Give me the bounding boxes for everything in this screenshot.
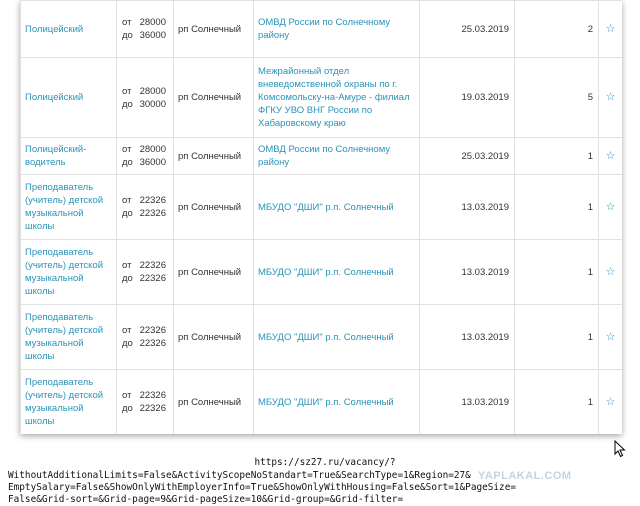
salary-cell: от 22326 до 22326 [116, 304, 174, 370]
salary-from: 28000 [139, 144, 166, 155]
date-cell: 25.03.2019 [419, 137, 515, 175]
star-outline-icon[interactable]: ☆ [598, 239, 622, 305]
salary-from: 22326 [139, 325, 166, 336]
salary-from-label: от [122, 17, 132, 28]
vacancy-count: 1 [514, 137, 599, 175]
salary-to: 22326 [139, 403, 166, 414]
vacancy-title-link[interactable]: Полицейский [20, 57, 117, 138]
table-row: Преподаватель (учитель) детской музыкаль… [20, 174, 622, 240]
location-cell: рп Солнечный [173, 57, 254, 138]
salary-from-label: от [122, 85, 132, 97]
salary-to: 22326 [139, 273, 166, 284]
location-cell: рп Солнечный [173, 0, 254, 58]
salary-to-label: до [122, 98, 133, 110]
table-row: Преподаватель (учитель) детской музыкаль… [20, 304, 622, 370]
salary-cell: от 22326 до 22326 [116, 174, 174, 240]
url-caption: https://sz27.ru/vacancy/? WithoutAdditio… [0, 457, 640, 506]
salary-to-label: до [122, 273, 133, 284]
salary-from: 28000 [139, 17, 166, 28]
vacancy-title-link[interactable]: Преподаватель (учитель) детской музыкаль… [20, 174, 117, 240]
employer-link[interactable]: Межрайонный отдел вневедомственной охран… [253, 57, 420, 138]
salary-from-label: от [122, 390, 132, 401]
salary-from: 28000 [139, 85, 166, 97]
vacancy-table-panel: Полицейский от 28000 до 36000 рп Солнечный ОМВ… [20, 0, 622, 434]
star-outline-icon[interactable]: ☆ [598, 304, 622, 370]
location-cell: рп Солнечный [173, 369, 254, 434]
date-cell: 19.03.2019 [419, 57, 515, 138]
employer-link[interactable]: МБУДО "ДШИ" р.п. Солнечный [253, 304, 420, 370]
table-row: Преподаватель (учитель) детской музыкаль… [20, 239, 622, 305]
star-outline-icon[interactable]: ☆ [598, 369, 622, 434]
location-cell: рп Солнечный [173, 304, 254, 370]
salary-cell: от 22326 до 22326 [116, 239, 174, 305]
salary-cell: от 28000 до 30000 [116, 57, 174, 138]
employer-link[interactable]: МБУДО "ДШИ" р.п. Солнечный [253, 369, 420, 434]
salary-to: 30000 [139, 98, 166, 110]
date-cell: 13.03.2019 [419, 304, 515, 370]
vacancy-table: Полицейский от 28000 до 36000 рп Солнечный ОМВ… [20, 0, 622, 434]
employer-link[interactable]: МБУДО "ДШИ" р.п. Солнечный [253, 174, 420, 240]
vacancy-title-link[interactable]: Полицейский-водитель [20, 137, 117, 175]
salary-to-label: до [122, 30, 133, 41]
location-cell: рп Солнечный [173, 137, 254, 175]
caption-line-3: False&Grid-sort=&Grid-page=9&Grid-pageSi… [8, 494, 404, 505]
salary-to-label: до [122, 403, 133, 414]
salary-cell: от 22326 до 22326 [116, 369, 174, 434]
date-cell: 13.03.2019 [419, 174, 515, 240]
salary-to-label: до [122, 157, 133, 168]
date-cell: 13.03.2019 [419, 369, 515, 434]
table-row: Полицейский от 28000 до 30000 рп Солнечный Меж… [20, 57, 622, 138]
employer-link[interactable]: МБУДО "ДШИ" р.п. Солнечный [253, 239, 420, 305]
salary-from: 22326 [139, 390, 166, 401]
vacancy-title-link[interactable]: Полицейский [20, 0, 117, 58]
vacancy-title-link[interactable]: Преподаватель (учитель) детской музыкаль… [20, 369, 117, 434]
employer-link[interactable]: ОМВД России по Солнечному району [253, 0, 420, 58]
salary-to-label: до [122, 338, 133, 349]
caption-line-1: WithoutAdditionalLimits=False&ActivitySc… [8, 470, 471, 481]
vacancy-count: 1 [514, 174, 599, 240]
salary-to: 22326 [139, 208, 166, 219]
salary-cell: от 28000 до 36000 [116, 0, 174, 58]
salary-to: 36000 [139, 30, 166, 41]
date-cell: 25.03.2019 [419, 0, 515, 58]
vacancy-count: 1 [514, 304, 599, 370]
salary-to: 22326 [139, 338, 166, 349]
salary-from-label: от [122, 144, 132, 155]
salary-to-label: до [122, 208, 133, 219]
salary-to: 36000 [139, 157, 166, 168]
vacancy-count: 1 [514, 239, 599, 305]
star-outline-icon[interactable]: ☆ [598, 0, 622, 58]
location-cell: рп Солнечный [173, 174, 254, 240]
table-row: Полицейский-водитель от 28000 до 36000 рп Сол… [20, 137, 622, 175]
caption-url: https://sz27.ru/vacancy/? [254, 457, 396, 468]
vacancy-title-link[interactable]: Преподаватель (учитель) детской музыкаль… [20, 304, 117, 370]
star-outline-icon[interactable]: ☆ [598, 57, 622, 138]
salary-from: 22326 [139, 260, 166, 271]
salary-from-label: от [122, 260, 132, 271]
table-row: Преподаватель (учитель) детской музыкаль… [20, 369, 622, 434]
salary-from-label: от [122, 195, 132, 206]
salary-from-label: от [122, 325, 132, 336]
date-cell: 13.03.2019 [419, 239, 515, 305]
salary-cell: от 28000 до 36000 [116, 137, 174, 175]
star-outline-icon[interactable]: ☆ [598, 174, 622, 240]
vacancy-count: 5 [514, 57, 599, 138]
vacancy-title-link[interactable]: Преподаватель (учитель) детской музыкаль… [20, 239, 117, 305]
vacancy-count: 2 [514, 0, 599, 58]
vacancy-count: 1 [514, 369, 599, 434]
salary-from: 22326 [139, 195, 166, 206]
employer-link[interactable]: ОМВД России по Солнечному району [253, 137, 420, 175]
star-outline-icon[interactable]: ☆ [598, 137, 622, 175]
location-cell: рп Солнечный [173, 239, 254, 305]
table-row: Полицейский от 28000 до 36000 рп Солнечный ОМВ… [20, 0, 622, 58]
caption-line-2: EmptySalary=False&ShowOnlyWithEmployerIn… [8, 482, 516, 493]
